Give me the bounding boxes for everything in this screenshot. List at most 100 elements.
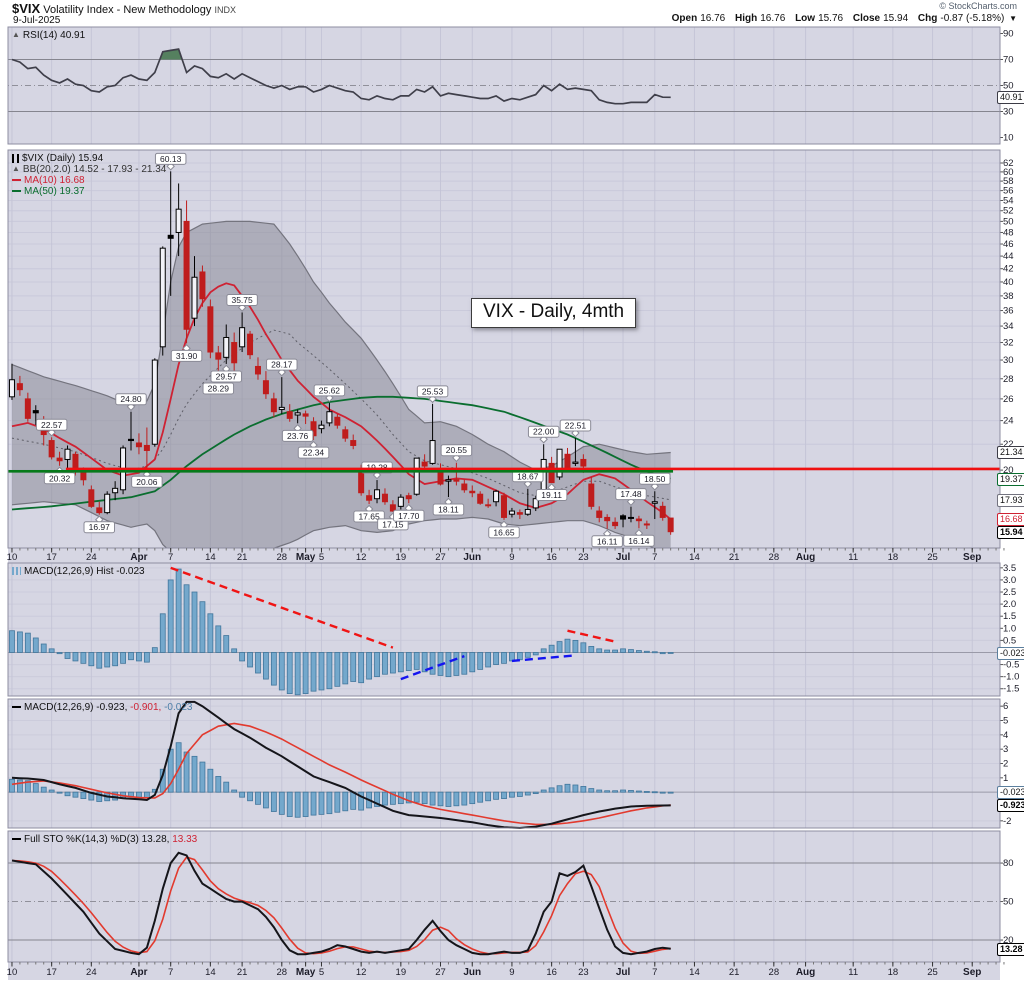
x-axis-label: Apr [130, 967, 147, 978]
macd-panel-hist-bar [41, 787, 46, 792]
candle-body [517, 513, 522, 515]
stockcharts-vix-chart: 907050301022.5720.3216.9724.8020.0660.13… [0, 0, 1024, 983]
macd-hist-bar [41, 644, 46, 652]
macd-hist-bar [271, 652, 276, 685]
axis-value-box: -0.023 [997, 786, 1024, 799]
low-label: Low [795, 13, 815, 24]
price-axis-tick: 30 [1003, 355, 1014, 366]
x-axis-label: Sep [963, 967, 981, 978]
x-axis-label: 10 [7, 552, 18, 563]
candle-body [367, 496, 372, 501]
x-axis-label: May [296, 967, 316, 978]
x-axis-label: 14 [689, 967, 700, 978]
chg-dropdown-arrow[interactable]: ▼ [1009, 14, 1017, 23]
candle-body [192, 277, 197, 318]
macd-panel-hist-bar [668, 792, 673, 793]
swing-label-text: 31.90 [176, 351, 198, 361]
macd-panel-hist-bar [438, 792, 443, 806]
macd-hist-bar [375, 652, 380, 676]
macd-panel-hist-bar [382, 792, 387, 805]
macd-panel-hist-bar [351, 792, 356, 809]
candle-body [351, 441, 356, 446]
macd-panel-hist-bar [478, 792, 483, 802]
symbol-name: Volatility Index - New Methodology [43, 4, 211, 16]
candle-body [224, 337, 229, 357]
macd-panel-hist-bar [581, 786, 586, 792]
macd-hist-bar [486, 652, 491, 667]
x-axis-label: 10 [7, 967, 18, 978]
candle-body [398, 497, 403, 506]
macd-hist-bar [17, 632, 22, 653]
macd-axis-tick: 6 [1003, 701, 1008, 712]
candle-body [176, 209, 181, 232]
macd-hist-legend: MACD(12,26,9) Hist -0.023 [12, 566, 145, 577]
candle-body [573, 462, 578, 463]
price-axis-tick: 48 [1003, 227, 1014, 238]
candle-body [589, 484, 594, 506]
candle-body [152, 360, 157, 444]
x-axis-label: 24 [86, 552, 97, 563]
macd-panel-hist-bar [549, 788, 554, 792]
candle-body [422, 462, 427, 466]
axis-value-box: -0.023 [997, 647, 1024, 660]
candle-body [279, 407, 284, 409]
macd-hist-bar [335, 652, 340, 686]
macd-panel-hist-bar [192, 756, 197, 792]
candle-body [668, 518, 673, 532]
candle-body [184, 221, 189, 329]
macd-hist-bar [573, 640, 578, 652]
candle-body [509, 511, 514, 514]
macdh-axis-tick: 0.5 [1003, 635, 1016, 646]
macd-hist-legend-text: MACD(12,26,9) Hist -0.023 [24, 566, 145, 577]
rsi-axis-tick: 50 [1003, 81, 1014, 92]
macd-panel-hist-bar [303, 792, 308, 816]
x-axis-label: 11 [848, 552, 858, 563]
swing-label-text: 19.11 [541, 490, 562, 500]
sto-k-value: 13.28, [142, 834, 170, 845]
macd-hist-bar [279, 652, 284, 689]
axis-value-box: 19.37 [997, 473, 1024, 486]
x-axis-label: 28 [769, 967, 780, 978]
x-axis-label: 19 [396, 552, 407, 563]
price-axis-tick: 26 [1003, 394, 1014, 405]
macd-panel-hist-bar [327, 792, 332, 814]
axis-value-box: 15.94 [997, 526, 1024, 539]
macd-panel-hist-bar [613, 791, 618, 792]
candle-body [359, 470, 364, 493]
macd-panel-hist-bar [216, 776, 221, 792]
candle-body [255, 366, 260, 374]
macd-hist-bar [311, 652, 316, 691]
x-axis-label: 7 [168, 967, 173, 978]
price-axis-tick: 40 [1003, 277, 1014, 288]
macd-hist-bar [81, 652, 86, 663]
candle-body [327, 412, 332, 423]
chart-annotation: VIX - Daily, 4mth [471, 298, 636, 328]
macd-panel-hist-bar [470, 792, 475, 803]
swing-label-text: 28.29 [208, 383, 230, 393]
macd-panel-hist-bar [621, 790, 626, 792]
macd-hist-bar [327, 652, 332, 688]
macd-hist-bar [351, 652, 356, 681]
macd-axis-tick: 3 [1003, 744, 1008, 755]
candle-body [343, 430, 348, 438]
macd-hist-bar [621, 649, 626, 653]
candle-body [494, 491, 499, 501]
macd-hist-bar [89, 652, 94, 665]
x-axis-label: Apr [130, 552, 147, 563]
macd-panel-hist-bar [279, 792, 284, 814]
close-label: Close [853, 13, 880, 24]
macd-hist-bar [208, 614, 213, 653]
x-axis-label: 7 [168, 552, 173, 563]
candle-body [295, 413, 300, 415]
macd-hist-bar [295, 652, 300, 694]
macd-hist-bar [97, 652, 102, 668]
macd-hist-bar [240, 652, 245, 660]
macd-panel-hist-bar [565, 784, 570, 792]
macd-panel-hist-bar [628, 790, 633, 792]
x-axis-label: Aug [796, 967, 815, 978]
price-axis-tick: 24 [1003, 416, 1014, 427]
candle-body [406, 496, 411, 499]
macd-hist-bar [454, 652, 459, 675]
macd-value: -0.923, [96, 702, 127, 713]
macd-panel-hist-bar [17, 780, 22, 792]
